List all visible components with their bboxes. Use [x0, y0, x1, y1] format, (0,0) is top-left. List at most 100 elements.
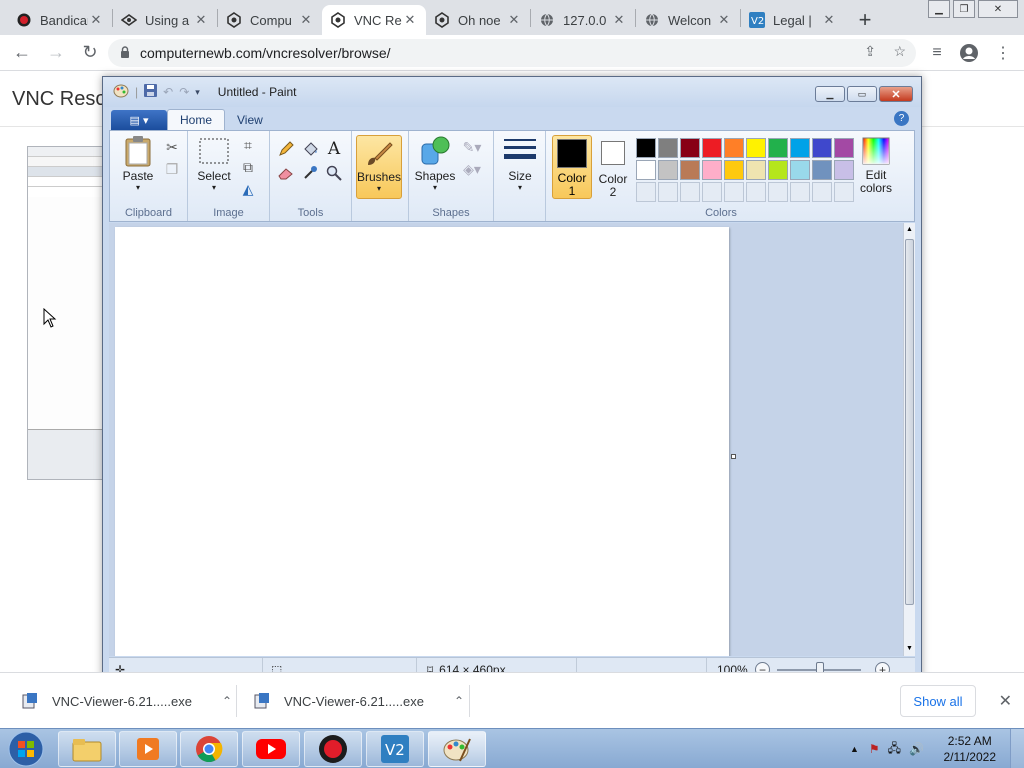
tab-using-a[interactable]: Using a ✕: [113, 5, 217, 35]
action-center-icon[interactable]: ⚑: [869, 742, 880, 756]
volume-icon[interactable]: 🔊: [909, 742, 924, 756]
color-swatch[interactable]: [812, 160, 832, 180]
outline-icon[interactable]: ✎▾: [459, 137, 485, 157]
taskbar-paint[interactable]: [428, 731, 486, 767]
color-swatch[interactable]: [680, 160, 700, 180]
fill-icon[interactable]: ◈▾: [459, 159, 485, 179]
color-swatch[interactable]: [790, 138, 810, 158]
tab-bandicam[interactable]: Bandicam ✕: [8, 5, 112, 35]
vertical-scrollbar[interactable]: ▲ ▼: [903, 223, 915, 656]
taskbar-media-player[interactable]: [119, 731, 177, 767]
close-icon[interactable]: ✕: [999, 691, 1012, 711]
color-swatch[interactable]: [658, 160, 678, 180]
scroll-up-icon[interactable]: ▲: [904, 223, 915, 237]
paste-button[interactable]: Paste ▾: [118, 135, 158, 192]
color-swatch[interactable]: [746, 138, 766, 158]
scroll-down-icon[interactable]: ▼: [904, 642, 915, 656]
close-icon[interactable]: ✕: [716, 12, 732, 28]
tab-welcome[interactable]: Welcon ✕: [636, 5, 740, 35]
back-button[interactable]: ←: [6, 37, 38, 69]
customize-qat-icon[interactable]: ▾: [195, 87, 200, 98]
copy-icon[interactable]: ❐: [162, 159, 182, 179]
download-item[interactable]: VNC-Viewer-6.21.....exe ⌃: [254, 673, 464, 729]
color-swatch[interactable]: [658, 138, 678, 158]
custom-color-slot[interactable]: [680, 182, 700, 202]
custom-color-slot[interactable]: [834, 182, 854, 202]
taskbar-youtube[interactable]: [242, 731, 300, 767]
close-window-button[interactable]: ✕: [978, 0, 1018, 18]
taskbar-clock[interactable]: 2:52 AM 2/11/2022: [944, 733, 997, 765]
brushes-button[interactable]: Brushes ▾: [356, 135, 402, 199]
magnifier-icon[interactable]: [324, 163, 344, 183]
close-icon[interactable]: ✕: [298, 12, 314, 28]
custom-color-slot[interactable]: [636, 182, 656, 202]
paint-app-icon[interactable]: [113, 83, 129, 102]
taskbar-vnc-viewer[interactable]: V2: [366, 731, 424, 767]
profile-avatar[interactable]: [954, 37, 984, 69]
tab-localhost[interactable]: 127.0.0 ✕: [531, 5, 635, 35]
color-swatch[interactable]: [680, 138, 700, 158]
size-button[interactable]: Size ▾: [500, 135, 540, 192]
color-swatch[interactable]: [812, 138, 832, 158]
close-icon[interactable]: ✕: [402, 12, 418, 28]
custom-color-slot[interactable]: [812, 182, 832, 202]
paint-minimize-button[interactable]: ▁: [815, 86, 845, 102]
resize-icon[interactable]: ⧉: [238, 157, 258, 177]
color-swatch[interactable]: [834, 160, 854, 180]
tab-home[interactable]: Home: [167, 109, 226, 130]
eraser-icon[interactable]: [276, 163, 296, 183]
custom-color-slot[interactable]: [768, 182, 788, 202]
network-icon[interactable]: 🖧: [888, 739, 901, 760]
forward-button[interactable]: →: [40, 37, 72, 69]
taskbar-file-explorer[interactable]: [58, 731, 116, 767]
color-swatch[interactable]: [834, 138, 854, 158]
undo-icon[interactable]: ↶: [163, 85, 173, 99]
redo-icon[interactable]: ↷: [179, 85, 189, 99]
close-icon[interactable]: ✕: [506, 12, 522, 28]
color-swatch[interactable]: [636, 160, 656, 180]
reload-button[interactable]: ↻: [74, 37, 106, 69]
show-all-button[interactable]: Show all: [900, 685, 976, 717]
new-tab-button[interactable]: +: [851, 5, 879, 35]
edit-colors-button[interactable]: Edit colors: [856, 135, 896, 195]
menu-kebab-icon[interactable]: ⋮: [988, 37, 1018, 69]
close-icon[interactable]: ✕: [88, 12, 104, 28]
color-swatch[interactable]: [724, 160, 744, 180]
bookmark-star-icon[interactable]: ☆: [893, 43, 906, 60]
show-hidden-icons-icon[interactable]: ▲: [850, 744, 859, 754]
restore-button[interactable]: ❐: [953, 0, 975, 18]
color-picker-icon[interactable]: [300, 163, 320, 183]
minimize-button[interactable]: ▁: [928, 0, 950, 18]
help-icon[interactable]: ?: [894, 111, 909, 126]
paint-file-menu-button[interactable]: ▤ ▾: [111, 110, 167, 130]
download-item[interactable]: VNC-Viewer-6.21.....exe ⌃: [22, 673, 232, 729]
color1-button[interactable]: Color 1: [552, 135, 592, 199]
vnc-screenshot-thumbnail[interactable]: [27, 146, 105, 480]
chevron-up-icon[interactable]: ⌃: [222, 694, 232, 708]
select-button[interactable]: Select ▾: [194, 135, 234, 192]
canvas-resize-handle[interactable]: [731, 454, 736, 459]
color-swatch[interactable]: [768, 160, 788, 180]
tab-oh-noes[interactable]: Oh noe ✕: [426, 5, 530, 35]
color-swatch[interactable]: [724, 138, 744, 158]
scrollbar-thumb[interactable]: [905, 239, 914, 605]
color-swatch[interactable]: [768, 138, 788, 158]
custom-color-slot[interactable]: [746, 182, 766, 202]
color-swatch[interactable]: [702, 138, 722, 158]
save-icon[interactable]: [144, 84, 158, 100]
cut-icon[interactable]: ✂: [162, 137, 182, 157]
show-desktop-button[interactable]: [1010, 729, 1024, 768]
custom-color-slot[interactable]: [702, 182, 722, 202]
color-swatch[interactable]: [636, 138, 656, 158]
close-icon[interactable]: ✕: [611, 12, 627, 28]
share-icon[interactable]: ⇪: [864, 43, 876, 60]
custom-color-slot[interactable]: [724, 182, 744, 202]
fill-bucket-icon[interactable]: [300, 139, 320, 159]
drawing-canvas[interactable]: [115, 227, 729, 656]
taskbar-bandicam[interactable]: [304, 731, 362, 767]
paint-maximize-button[interactable]: ▭: [847, 86, 877, 102]
color-swatch[interactable]: [790, 160, 810, 180]
tab-computernewb[interactable]: Compu ✕: [218, 5, 322, 35]
close-icon[interactable]: ✕: [821, 12, 837, 28]
text-tool-icon[interactable]: A: [324, 139, 344, 159]
